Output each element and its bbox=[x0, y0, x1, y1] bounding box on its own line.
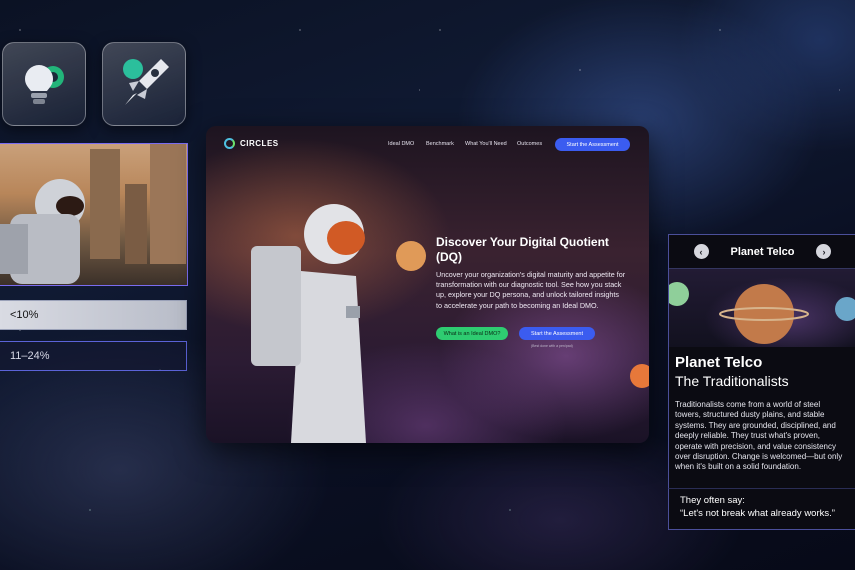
prev-arrow-icon[interactable]: ‹ bbox=[693, 244, 709, 259]
start-assessment-button[interactable]: Start the Assessment bbox=[519, 327, 595, 340]
planet-description: Traditionalists come from a world of ste… bbox=[675, 400, 843, 472]
planet-panel: ‹ Planet Telco › Planet Telco The Tradit… bbox=[668, 234, 855, 529]
nav-outcomes[interactable]: Outcomes bbox=[517, 141, 542, 147]
rocket-tile bbox=[102, 42, 186, 126]
astronaut-city-image bbox=[0, 143, 188, 286]
ideal-dmo-button[interactable]: What is an Ideal DMO? bbox=[436, 327, 508, 340]
lightbulb-gear-icon bbox=[25, 65, 64, 104]
planet-subtitle: The Traditionalists bbox=[675, 373, 789, 389]
next-arrow-icon[interactable]: › bbox=[816, 244, 832, 259]
quote-text: “Let's not break what already works.” bbox=[680, 508, 835, 519]
planet-panel-header: ‹ Planet Telco › bbox=[669, 235, 855, 269]
lightbulb-tile bbox=[2, 42, 86, 126]
site-nav: CIRCLES Ideal DMO Benchmark What You'll … bbox=[206, 126, 649, 164]
option-row[interactable]: 11–24% bbox=[0, 341, 187, 371]
nav-ideal-dmo[interactable]: Ideal DMO bbox=[388, 141, 414, 147]
planet-image bbox=[669, 269, 855, 347]
nav-what-youll-need[interactable]: What You'll Need bbox=[465, 141, 507, 147]
planet-name: Planet Telco bbox=[675, 354, 763, 371]
quote-intro: They often say: bbox=[680, 495, 745, 506]
planet-header-title: Planet Telco bbox=[730, 245, 795, 258]
circles-logo[interactable]: CIRCLES bbox=[224, 138, 279, 149]
hero-description: Uncover your organization's digital matu… bbox=[436, 270, 626, 310]
quote-box: They often say: “Let's not break what al… bbox=[668, 488, 855, 530]
website-mockup: CIRCLES Ideal DMO Benchmark What You'll … bbox=[206, 126, 649, 443]
nav-benchmark[interactable]: Benchmark bbox=[426, 141, 454, 147]
option-row-selected[interactable]: <10% bbox=[0, 300, 187, 330]
nav-start-assessment-button[interactable]: Start the Assessment bbox=[555, 138, 630, 151]
logo-text: CIRCLES bbox=[240, 139, 279, 148]
rocket-icon bbox=[123, 59, 169, 105]
logo-icon bbox=[224, 138, 235, 149]
button-note: (Best done with a pen/pad) bbox=[531, 344, 573, 348]
hero-title: Discover Your Digital Quotient (DQ) bbox=[436, 235, 609, 264]
